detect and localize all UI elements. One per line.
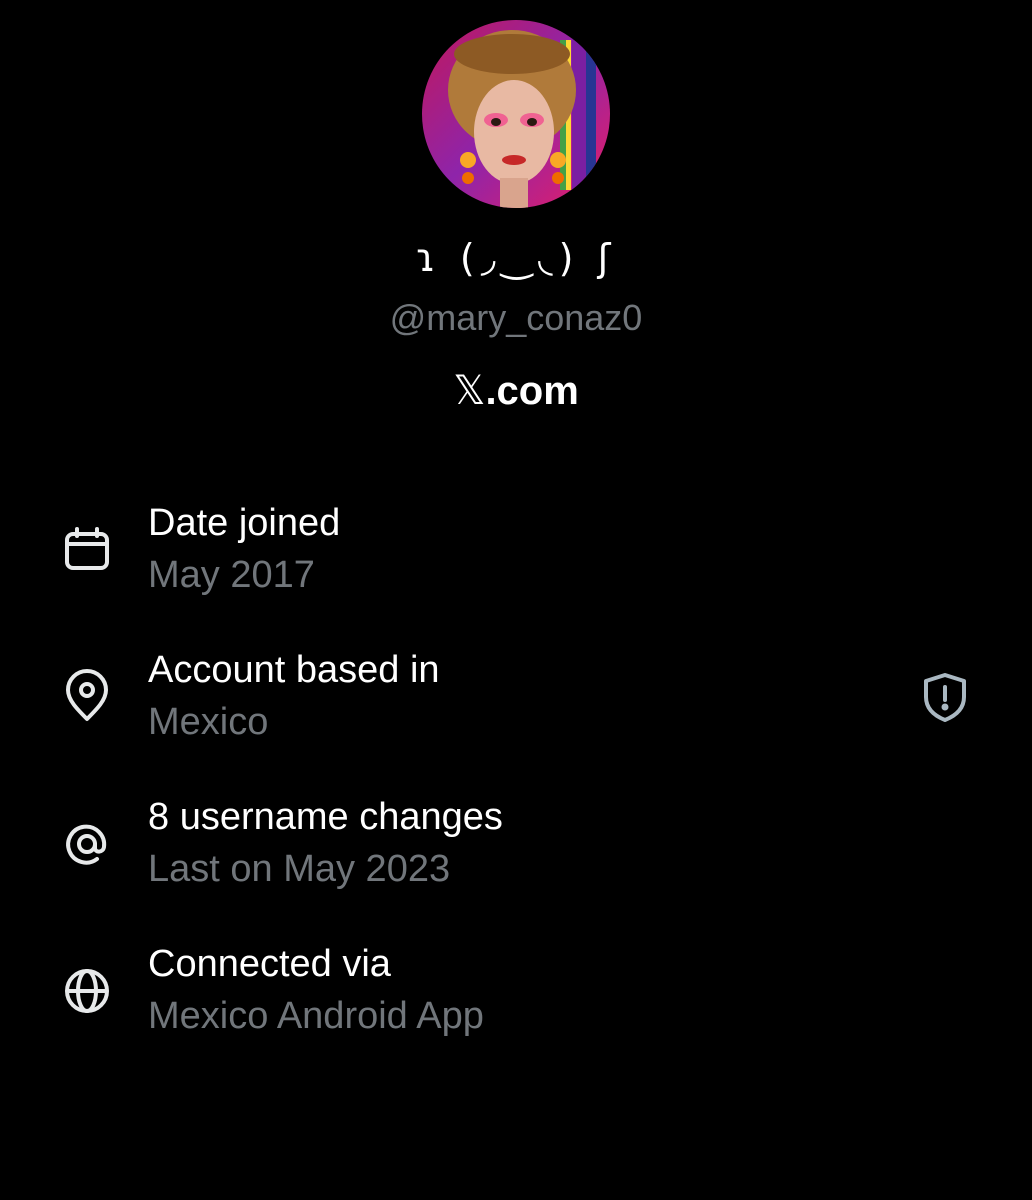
username-handle: @mary_conaz0 [389,297,643,338]
info-row-account-location: Account based in Mexico [0,649,1032,759]
info-row-connected-via: Connected via Mexico Android App [0,943,1032,1053]
display-name: ɿ (◞‿◟) ʃ [415,236,617,280]
info-title: 8 username changes [148,796,503,838]
info-title: Account based in [148,649,440,691]
shield-alert-icon[interactable] [918,670,972,724]
info-value: Mexico Android App [148,995,484,1037]
calendar-icon [60,524,114,578]
profile-avatar[interactable] [422,20,610,208]
info-row-date-joined: Date joined May 2017 [0,502,1032,612]
x-logo-glyph: 𝕏 [453,368,486,414]
location-pin-icon [60,669,114,723]
info-title: Connected via [148,943,391,985]
info-value: Last on May 2023 [148,848,451,890]
globe-icon [60,964,114,1018]
avatar-image [422,20,610,208]
info-row-username-changes: 8 username changes Last on May 2023 [0,796,1032,906]
site-label: 𝕏.com [0,368,1032,414]
info-value: Mexico [148,701,269,743]
at-sign-icon [60,817,114,871]
site-suffix: .com [485,369,579,413]
info-title: Date joined [148,502,341,544]
info-value: May 2017 [148,554,315,596]
